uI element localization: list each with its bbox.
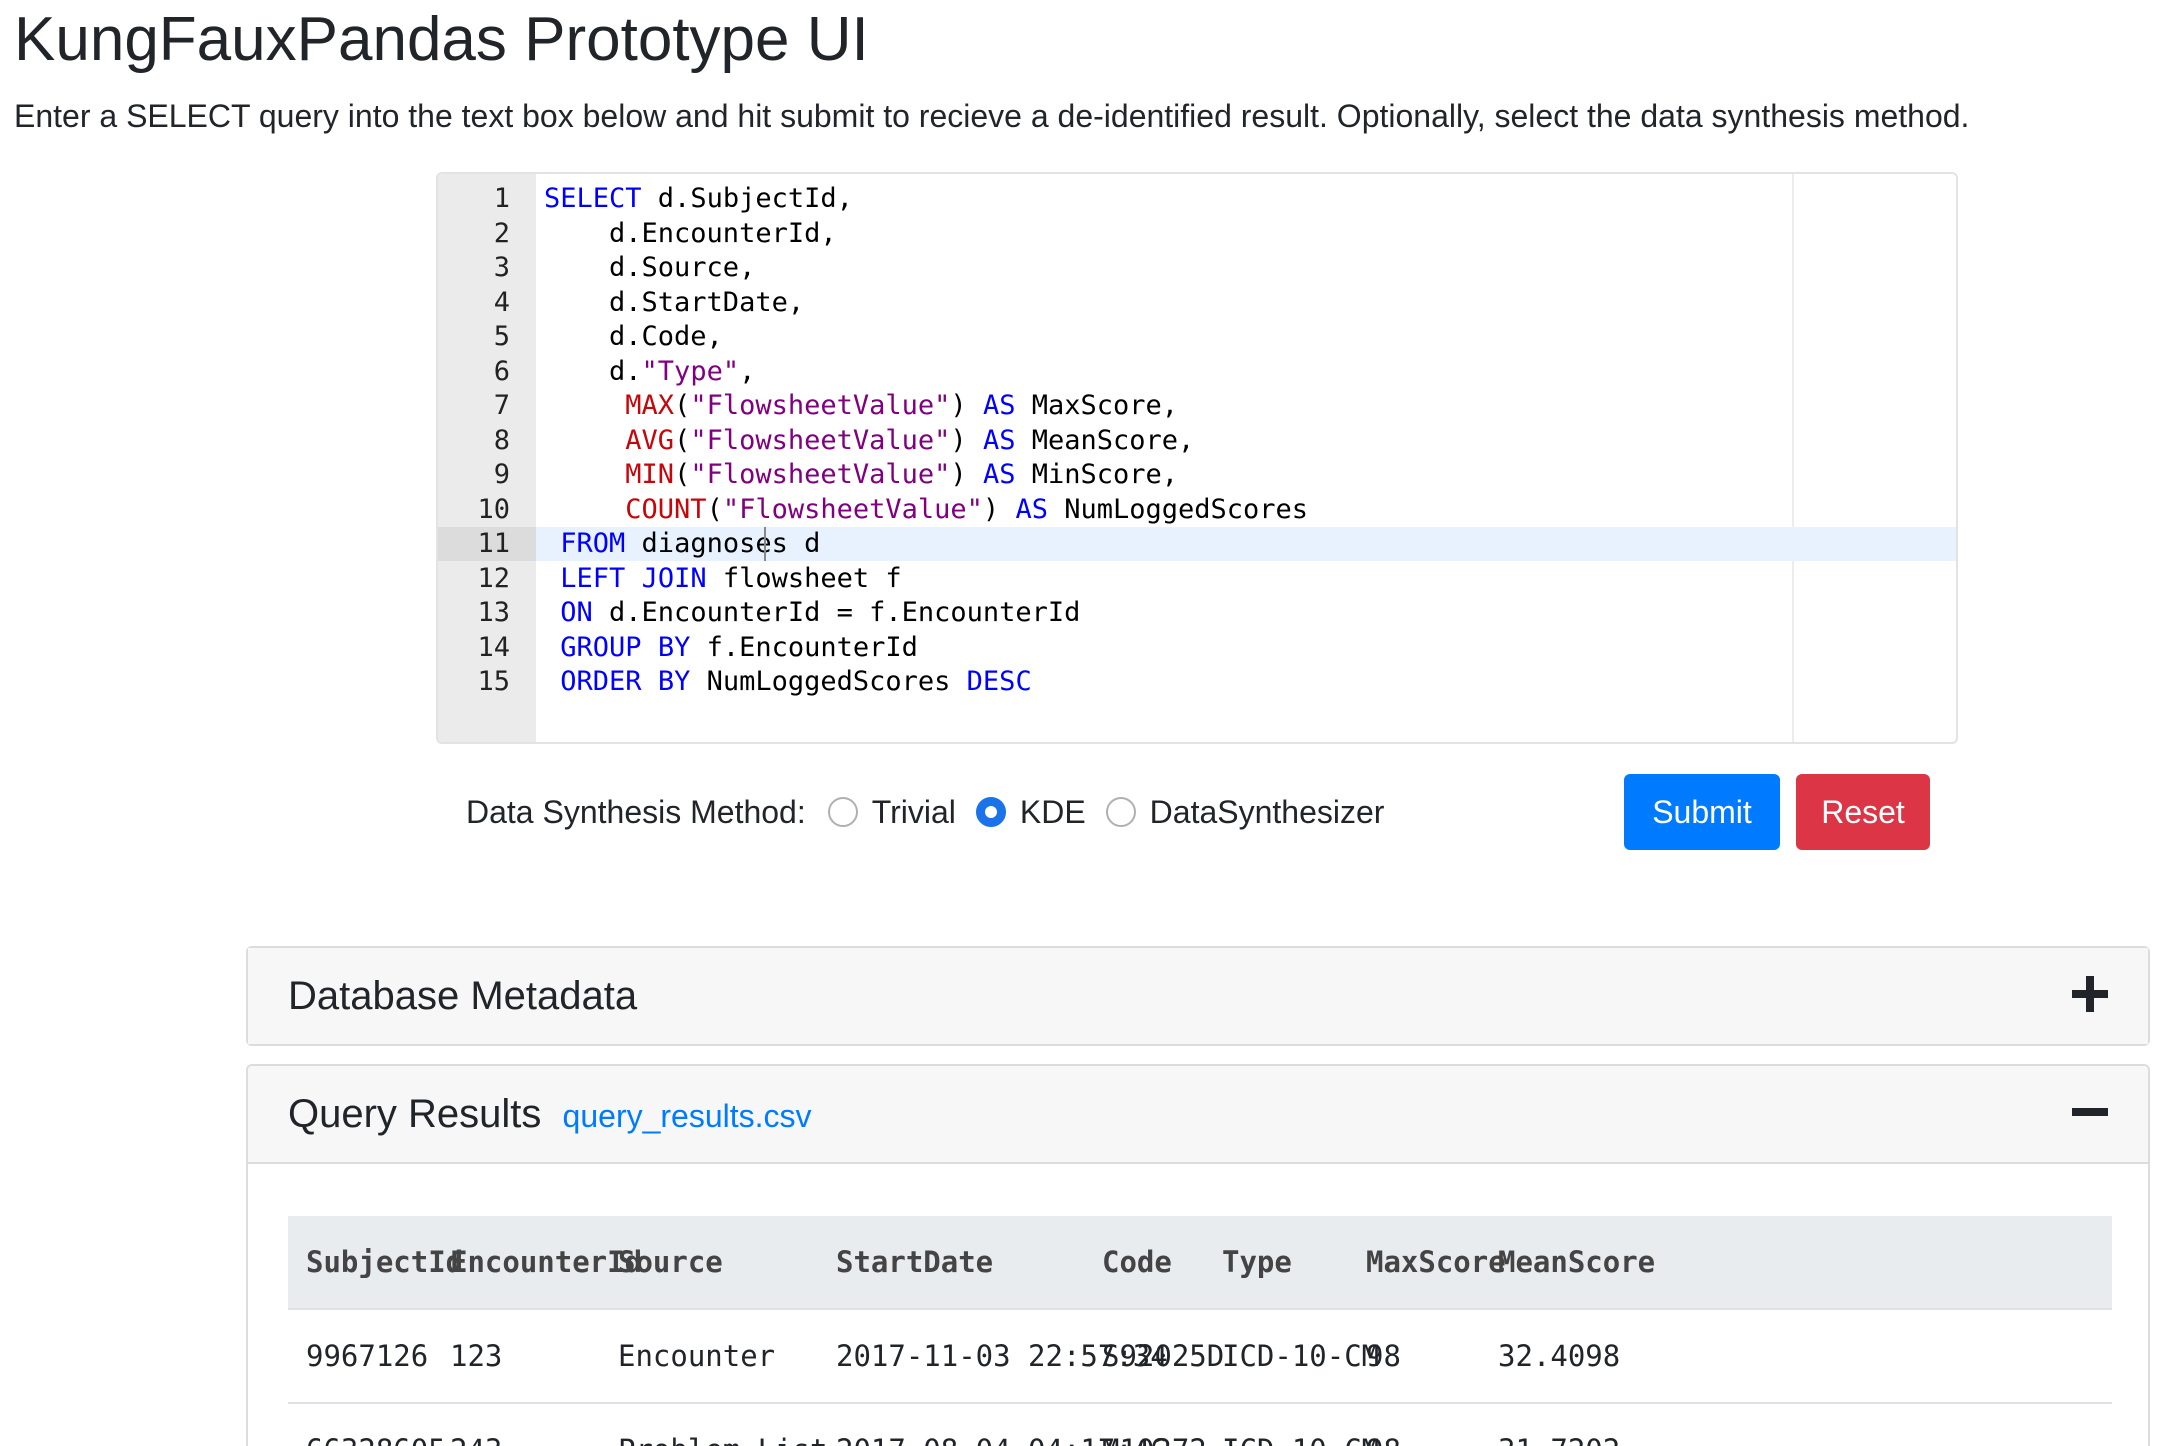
code-line[interactable]: 10 COUNT("FlowsheetValue") AS NumLoggedS… — [438, 493, 1956, 527]
code-line[interactable]: 1 SELECT d.SubjectId, — [438, 182, 1956, 216]
table-cell: 98 — [1366, 1404, 1401, 1446]
radio-datasynthesizer-label: DataSynthesizer — [1149, 793, 1385, 830]
page: KungFauxPandas Prototype UI Enter a SELE… — [0, 0, 2172, 1446]
line-number: 6 — [493, 355, 510, 387]
table-cell: Problem List — [618, 1404, 828, 1446]
code-text: d.Source, — [544, 252, 756, 283]
code-text: d.StartDate, — [544, 286, 805, 318]
line-number: 7 — [493, 390, 510, 421]
database-metadata-header[interactable]: Database Metadata — [248, 948, 2148, 1044]
code-text: ORDER BY NumLoggedScores DESC — [560, 666, 1032, 697]
table-cell: ICD-10-CM — [1222, 1404, 1379, 1446]
table-cell: 98 — [1366, 1339, 1401, 1373]
code-line[interactable]: 5 d.Code, — [438, 320, 1956, 354]
query-results-header[interactable]: Query Results query_results.csv — [248, 1066, 2148, 1164]
code-text: GROUP BY f.EncounterId — [560, 631, 918, 663]
line-number: 11 — [438, 527, 536, 561]
plus-icon[interactable] — [2070, 974, 2110, 1014]
table-cell: 9967126 — [306, 1339, 429, 1373]
page-title: KungFauxPandas Prototype UI — [14, 5, 869, 74]
code-text: d."Type", — [544, 355, 756, 387]
column-header: MaxScore — [1366, 1245, 1506, 1279]
radio-trivial[interactable]: Trivial — [827, 793, 956, 831]
submit-button[interactable]: Submit — [1624, 774, 1780, 850]
column-header: Code — [1102, 1245, 1172, 1279]
code-line[interactable]: 4 d.StartDate, — [438, 286, 1956, 320]
code-text: SELECT d.SubjectId, — [544, 183, 853, 214]
column-header: EncounterId — [450, 1245, 643, 1279]
line-number: 8 — [493, 424, 510, 456]
code-line[interactable]: 14 GROUP BY f.EncounterId — [438, 631, 1956, 665]
query-results-table: SubjectId EncounterId Source StartDate Code T… — [288, 1216, 2112, 1446]
text-cursor — [764, 527, 766, 561]
code-line[interactable]: 13 ON d.EncounterId = f.EncounterId — [438, 596, 1956, 630]
minus-icon[interactable] — [2070, 1092, 2110, 1132]
line-number: 15 — [477, 666, 510, 697]
code-text: COUNT("FlowsheetValue") AS NumLoggedScor… — [625, 493, 1309, 525]
table-cell: 32.4098 — [1498, 1339, 1621, 1373]
column-header: Source — [618, 1245, 723, 1279]
query-results-title: Query Results query_results.csv — [288, 1090, 812, 1140]
column-header: MeanScore — [1498, 1245, 1656, 1279]
table-header-row: SubjectId EncounterId Source StartDate Code T… — [288, 1216, 2112, 1310]
query-results-download-link[interactable]: query_results.csv — [563, 1098, 812, 1134]
radio-trivial-label: Trivial — [871, 793, 956, 830]
radio-datasynthesizer[interactable]: DataSynthesizer — [1105, 793, 1385, 831]
code-line[interactable]: 12 LEFT JOIN flowsheet f — [438, 562, 1956, 596]
line-number: 10 — [477, 493, 510, 525]
table-row: 66328605243Problem List2017-08-04 04:17:… — [288, 1404, 2112, 1446]
database-metadata-title: Database Metadata — [288, 974, 638, 1018]
code-line[interactable]: 7 MAX("FlowsheetValue") AS MaxScore, — [438, 389, 1956, 423]
query-results-title-text: Query Results — [288, 1092, 542, 1136]
code-line[interactable]: 3 d.Source, — [438, 251, 1956, 285]
line-number: 9 — [493, 459, 510, 490]
synthesis-method-group: Data Synthesis Method: Trivial KDE DataS… — [466, 782, 1404, 842]
code-line[interactable]: 9 MIN("FlowsheetValue") AS MinScore, — [438, 458, 1956, 492]
radio-trivial-circle[interactable] — [827, 797, 858, 827]
column-header: Type — [1222, 1245, 1292, 1279]
table-cell: 66328605 — [306, 1404, 446, 1446]
radio-kde-circle[interactable] — [975, 797, 1006, 827]
line-number: 14 — [477, 631, 510, 663]
table-cell: ICD-10-CM — [1222, 1339, 1380, 1373]
radio-kde[interactable]: KDE — [975, 793, 1086, 831]
column-header: StartDate — [836, 1245, 994, 1279]
code-line[interactable]: 15 ORDER BY NumLoggedScores DESC — [438, 665, 1956, 699]
line-number: 1 — [493, 183, 510, 214]
code-line[interactable]: 2 d.EncounterId, — [438, 217, 1956, 251]
code-text: AVG("FlowsheetValue") AS MeanScore, — [625, 424, 1195, 456]
table-row: 9967126 123 Encounter 2017-11-03 22:57:34 S9… — [288, 1310, 2112, 1404]
radio-kde-label: KDE — [1019, 793, 1086, 830]
table-cell: 243 — [450, 1404, 502, 1446]
code-text: d.EncounterId, — [544, 217, 837, 249]
code-line[interactable]: 11 FROM diagnoses d — [438, 527, 1956, 561]
table-cell: S92025D — [1102, 1339, 1225, 1373]
database-metadata-card: Database Metadata — [246, 946, 2150, 1046]
reset-button[interactable]: Reset — [1796, 774, 1930, 850]
table-cell: 123 — [450, 1339, 503, 1373]
line-number: 4 — [493, 286, 510, 318]
line-number: 5 — [493, 321, 510, 352]
line-number: 3 — [493, 252, 510, 283]
table-cell: Encounter — [618, 1339, 776, 1373]
table-cell: M10272 — [1102, 1404, 1207, 1446]
page-instructions: Enter a SELECT query into the text box b… — [14, 98, 1970, 134]
query-results-card: Query Results query_results.csv SubjectI… — [246, 1064, 2150, 1446]
line-number: 12 — [477, 562, 510, 594]
code-text: MIN("FlowsheetValue") AS MinScore, — [625, 459, 1179, 490]
sql-editor[interactable]: 1 SELECT d.SubjectId, 2 d.EncounterId, 3 d.… — [436, 172, 1958, 744]
code-line[interactable]: 8 AVG("FlowsheetValue") AS MeanScore, — [438, 424, 1956, 458]
radio-datasynthesizer-circle[interactable] — [1105, 797, 1136, 827]
line-number: 13 — [477, 597, 510, 628]
synthesis-method-label: Data Synthesis Method: — [466, 793, 806, 830]
line-number: 2 — [493, 217, 510, 249]
code-text: MAX("FlowsheetValue") AS MaxScore, — [625, 390, 1179, 421]
code-text: FROM diagnoses d — [560, 528, 821, 559]
column-header: SubjectId — [306, 1245, 464, 1279]
code-line[interactable]: 6 d."Type", — [438, 355, 1956, 389]
code-text: ON d.EncounterId = f.EncounterId — [560, 597, 1081, 628]
table-cell: 31.7202 — [1498, 1404, 1620, 1446]
code-text: d.Code, — [544, 321, 723, 352]
code-text: LEFT JOIN flowsheet f — [560, 562, 902, 594]
